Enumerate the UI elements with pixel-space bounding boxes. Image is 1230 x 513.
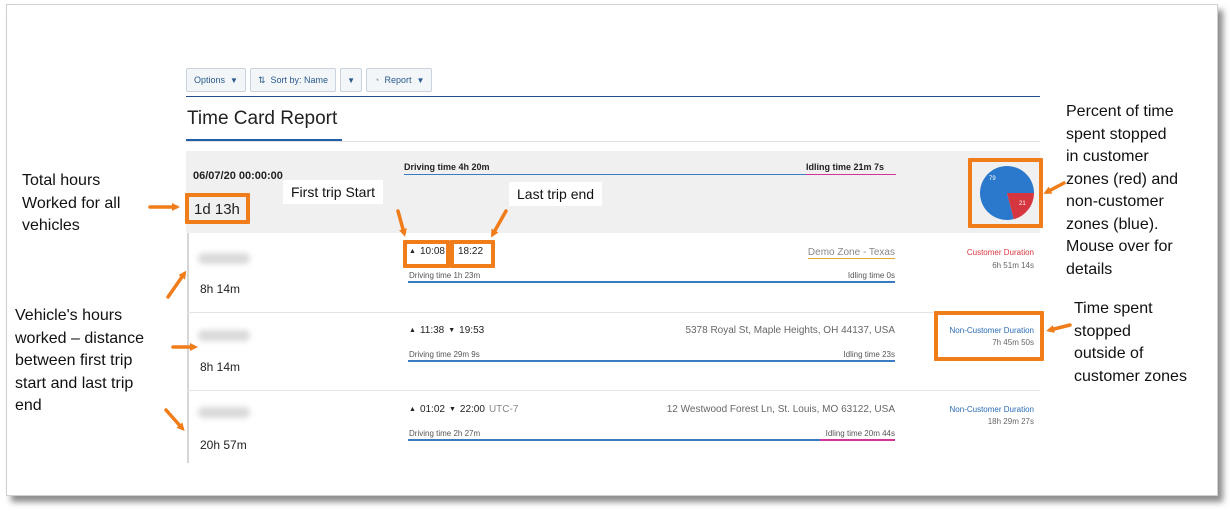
arrow-first-trip: [396, 209, 407, 237]
arrow-vehicle-hours-down: [164, 408, 185, 431]
arrow-non-customer: [1046, 323, 1072, 333]
annotation-arrows: [148, 181, 1072, 431]
arrow-pie: [1043, 181, 1066, 194]
arrow-last-trip: [491, 209, 508, 238]
arrow-vehicle-hours-up: [166, 270, 187, 299]
